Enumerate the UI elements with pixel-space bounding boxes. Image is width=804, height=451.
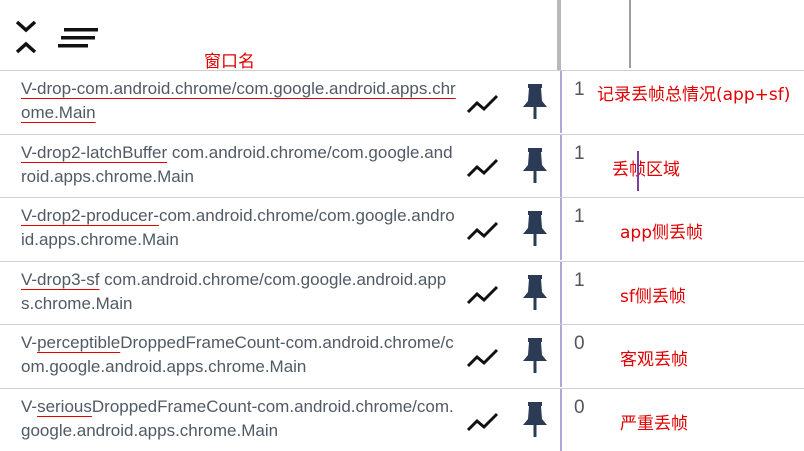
chart-icon[interactable] [466, 410, 500, 434]
track-row[interactable]: V-drop-com.android.chrome/com.google.and… [0, 70, 804, 133]
pin-icon[interactable] [521, 210, 549, 248]
timeline-marker [629, 0, 631, 68]
track-name: V-drop2-producer-com.android.chrome/com.… [21, 204, 457, 252]
track-name-part: V-drop [21, 79, 72, 98]
pin-icon[interactable] [521, 274, 549, 312]
expand-collapse-icon[interactable] [12, 18, 40, 58]
track-annotation: app侧丢帧 [620, 223, 703, 243]
pin-icon[interactable] [521, 401, 549, 439]
track-count: 0 [574, 333, 585, 354]
track-row[interactable]: V-seriousDroppedFrameCount-com.android.c… [0, 387, 804, 451]
track-name: V-perceptibleDroppedFrameCount-com.andro… [21, 331, 457, 379]
track-annotation: 丢帧区域 [612, 159, 680, 180]
track-annotation: 记录丢帧总情况(app+sf) [597, 85, 791, 105]
track-name: V-drop-com.android.chrome/com.google.and… [21, 77, 457, 125]
track-name: V-drop2-latchBuffer com.android.chrome/c… [21, 141, 457, 189]
window-name-annotation: 窗口名 [204, 52, 255, 72]
pin-icon[interactable] [521, 337, 549, 375]
track-row[interactable]: V-drop2-producer-com.android.chrome/com.… [0, 197, 804, 260]
track-name-part: V- [21, 333, 38, 352]
pin-icon[interactable] [521, 147, 549, 185]
track-count: 1 [574, 206, 585, 227]
track-row[interactable]: V-drop2-latchBuffer com.android.chrome/c… [0, 133, 804, 197]
chart-icon[interactable] [466, 92, 500, 116]
chart-icon[interactable] [466, 219, 500, 243]
track-name: V-drop3-sf com.android.chrome/com.google… [21, 268, 457, 316]
panel-resize-handle[interactable] [557, 0, 561, 70]
track-name-part: V-drop2-producer- [21, 206, 159, 225]
track-count: 1 [574, 79, 585, 100]
chart-icon[interactable] [466, 346, 500, 370]
track-area[interactable] [560, 134, 804, 197]
toolbar: 窗口名 [0, 0, 558, 72]
track-annotation: 严重丢帧 [620, 413, 688, 434]
sort-icon[interactable] [58, 26, 102, 52]
track-row[interactable]: V-drop3-sf com.android.chrome/com.google… [0, 260, 804, 324]
track-count: 1 [574, 269, 585, 291]
track-annotation: 客观丢帧 [620, 350, 688, 370]
chart-icon[interactable] [466, 283, 500, 307]
track-name-part: -com.android.chrome/com.google.android.a… [71, 79, 433, 98]
pin-icon[interactable] [521, 83, 549, 121]
track-name-part: V-drop2-latchBuffer [21, 142, 168, 162]
track-name-part: V-drop3-sf [21, 269, 100, 289]
track-count: 0 [574, 396, 585, 418]
track-annotation: sf侧丢帧 [620, 286, 686, 307]
track-count: 1 [574, 142, 585, 164]
track-name-part: V- [21, 396, 38, 416]
track-name-part: perceptible [37, 333, 121, 352]
dropped-frame-marker[interactable] [637, 150, 639, 191]
track-row[interactable]: V-perceptibleDroppedFrameCount-com.andro… [0, 324, 804, 387]
chart-icon[interactable] [466, 156, 500, 180]
track-name-part: serious [37, 396, 92, 416]
track-name: V-seriousDroppedFrameCount-com.android.c… [21, 395, 457, 443]
